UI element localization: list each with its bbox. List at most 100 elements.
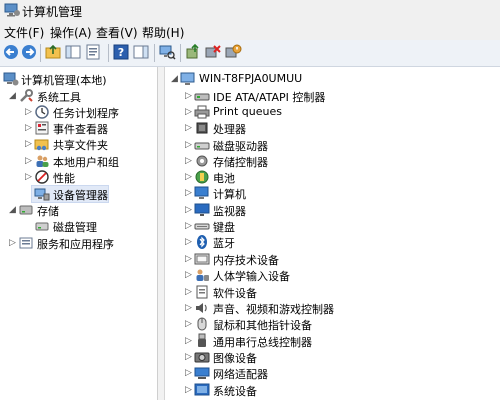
window-title: 计算机管理 <box>22 5 83 19</box>
device-category-row[interactable]: ▷ 声音、视频和游戏控制器 <box>165 300 500 316</box>
event-viewer-icon <box>34 120 50 136</box>
device-category-row[interactable]: ▷ 计算机 <box>165 185 500 201</box>
device-category-row[interactable]: ▷ 内存技术设备 <box>165 251 500 267</box>
help-icon[interactable]: ? <box>112 43 130 61</box>
tree-item-shared-folders[interactable]: ▷ 共享文件夹 <box>0 136 157 152</box>
device-category-row[interactable]: ▷ 存储控制器 <box>165 153 500 169</box>
device-category-row[interactable]: ▷ 人体学输入设备 <box>165 267 500 283</box>
device-category-row[interactable]: ▷ 电池 <box>165 169 500 185</box>
device-category-row[interactable]: ▷ 软件设备 <box>165 284 500 300</box>
menu-view[interactable]: 查看(V) <box>96 24 138 41</box>
menu-bar: 文件(F) 操作(A) 查看(V) 帮助(H) <box>0 22 500 40</box>
properties-icon[interactable] <box>84 43 102 61</box>
menu-help[interactable]: 帮助(H) <box>142 24 184 41</box>
tree-item-label: 磁盘管理 <box>53 221 97 234</box>
device-category-row[interactable]: ▷ 图像设备 <box>165 349 500 365</box>
device-category-label: 图像设备 <box>213 352 257 365</box>
toolbar-separator <box>154 44 155 62</box>
tree-item-label: 任务计划程序 <box>53 107 119 120</box>
pane-splitter[interactable] <box>158 67 165 400</box>
usb-icon <box>194 333 210 349</box>
human-interface-icon <box>194 267 210 283</box>
device-category-label: 存储控制器 <box>213 156 268 169</box>
tree-item-label: 系统工具 <box>37 91 81 104</box>
tree-item-label: 本地用户和组 <box>53 156 119 169</box>
tree-item-event-viewer[interactable]: ▷ 事件查看器 <box>0 120 157 136</box>
device-category-label: 处理器 <box>213 123 246 136</box>
device-category-label: 电池 <box>213 172 235 185</box>
device-category-row[interactable]: ▷ 监视器 <box>165 202 500 218</box>
battery-icon <box>194 169 210 185</box>
system-device-icon <box>194 382 210 398</box>
update-driver-icon[interactable] <box>184 43 202 61</box>
device-category-row[interactable]: ▷ 通用串行总线控制器 <box>165 333 500 349</box>
menu-action[interactable]: 操作(A) <box>50 24 92 41</box>
device-category-label: 计算机 <box>213 188 246 201</box>
uninstall-device-icon[interactable] <box>224 43 242 61</box>
device-category-row[interactable]: ▷ 网络适配器 <box>165 365 500 381</box>
show-tree-icon[interactable] <box>64 43 82 61</box>
toolbar: ? <box>0 40 500 67</box>
keyboard-icon <box>194 218 210 234</box>
tree-root-label: 计算机管理(本地) <box>21 74 107 87</box>
device-tree-root[interactable]: ◢ WIN-T8FPJA0UMUU <box>165 71 500 87</box>
device-category-label: 网络适配器 <box>213 368 268 381</box>
device-category-label: 人体学输入设备 <box>213 270 290 283</box>
computer-icon <box>180 71 196 87</box>
device-category-row[interactable]: ▷ 系统设备 <box>165 382 500 398</box>
device-category-row[interactable]: ▷ 处理器 <box>165 120 500 136</box>
toolbar-separator <box>108 44 109 62</box>
device-category-row[interactable]: ▷ 鼠标和其他指针设备 <box>165 316 500 332</box>
tree-item-services[interactable]: ▷ 服务和应用程序 <box>0 235 157 251</box>
disk-management-icon <box>34 218 50 234</box>
tree-item-label: 设备管理器 <box>53 189 108 202</box>
tree-item-device-manager[interactable]: 设备管理器 <box>31 185 109 203</box>
clock-icon <box>34 104 50 120</box>
device-manager-icon <box>34 186 50 202</box>
tree-item-label: 服务和应用程序 <box>37 238 114 251</box>
device-category-row[interactable]: ▷ 蓝牙 <box>165 234 500 250</box>
computer-management-icon <box>4 3 20 17</box>
tree-item-local-users[interactable]: ▷ 本地用户和组 <box>0 153 157 169</box>
tree-item-performance[interactable]: ▷ 性能 <box>0 169 157 185</box>
computer-management-icon <box>3 71 19 87</box>
device-category-label: 内存技术设备 <box>213 254 279 267</box>
imaging-device-icon <box>194 349 210 365</box>
device-category-label: 键盘 <box>213 221 235 234</box>
forward-icon[interactable] <box>20 43 38 61</box>
monitor-icon <box>194 202 210 218</box>
device-category-label: 系统设备 <box>213 385 257 398</box>
svg-text:?: ? <box>118 46 124 59</box>
tree-item-label: 共享文件夹 <box>53 139 108 152</box>
tree-item-system-tools[interactable]: ◢ 系统工具 <box>0 88 157 104</box>
processor-icon <box>194 120 210 136</box>
services-icon <box>18 235 34 251</box>
computer-icon <box>194 185 210 201</box>
tree-item-label: 存储 <box>37 205 59 218</box>
device-tree: ◢ WIN-T8FPJA0UMUU ▷ IDE ATA/ATAPI 控制器 ▷ … <box>165 67 500 400</box>
users-icon <box>34 153 50 169</box>
device-category-label: Print queues <box>213 105 282 118</box>
mouse-icon <box>194 316 210 332</box>
memory-device-icon <box>194 251 210 267</box>
scan-hardware-icon[interactable] <box>158 43 176 61</box>
tree-item-disk-management[interactable]: 磁盘管理 <box>0 218 157 234</box>
up-folder-icon[interactable] <box>44 43 62 61</box>
device-category-row[interactable]: ▷ 键盘 <box>165 218 500 234</box>
device-category-label: 通用串行总线控制器 <box>213 336 312 349</box>
tools-icon <box>18 88 34 104</box>
back-icon[interactable] <box>2 43 20 61</box>
disable-device-icon[interactable] <box>204 43 222 61</box>
tree-item-label: 性能 <box>53 172 75 185</box>
tree-item-task-scheduler[interactable]: ▷ 任务计划程序 <box>0 104 157 120</box>
tree-item-storage[interactable]: ◢ 存储 <box>0 202 157 218</box>
shared-folder-icon <box>34 136 50 152</box>
device-category-row[interactable]: ▷ IDE ATA/ATAPI 控制器 <box>165 88 500 104</box>
device-category-row[interactable]: ▷ Print queues <box>165 104 500 120</box>
device-category-row[interactable]: ▷ 磁盘驱动器 <box>165 137 500 153</box>
storage-icon <box>18 202 34 218</box>
tree-root[interactable]: 计算机管理(本地) <box>0 71 157 87</box>
device-category-label: 软件设备 <box>213 287 257 300</box>
action-pane-icon[interactable] <box>132 43 150 61</box>
menu-file[interactable]: 文件(F) <box>4 24 44 41</box>
